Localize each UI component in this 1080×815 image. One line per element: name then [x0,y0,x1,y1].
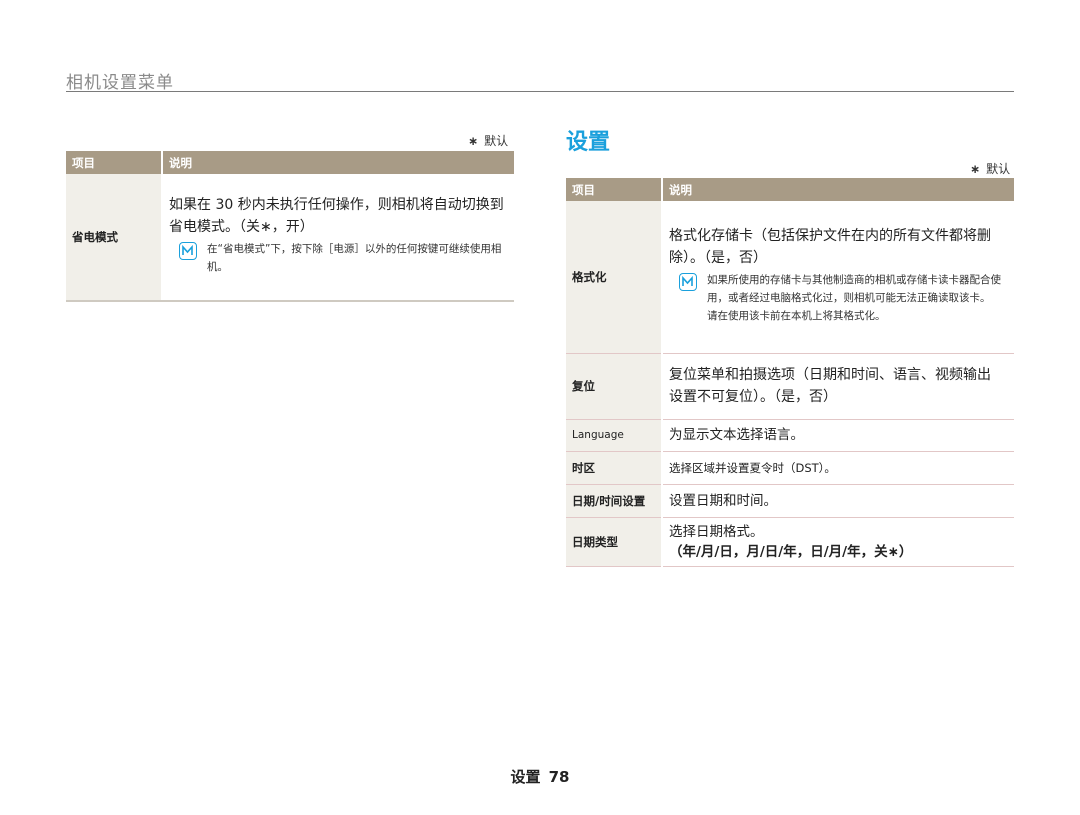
settings-table: 项目 说明 格式化 格式化存储卡（包括保护文件在内的所有文件都将删除）。（是，否… [566,178,1014,567]
language-description: 为显示文本选择语言。 [662,419,1014,452]
table-row: 日期类型 选择日期格式。 （年/月/日，月/日/年，日/月/年，关∗） [566,517,1014,567]
column-header-description: 说明 [662,178,1014,201]
note-text: 如果所使用的存储卡与其他制造商的相机或存储卡读卡器配合使用，或者经过电脑格式化过… [707,273,1001,322]
power-save-table: 项目 说明 省电模式 如果在 30 秒内未执行任何操作，则相机将自动切换到省电模… [66,151,514,302]
section-heading: 设置 [566,130,611,155]
title-divider [66,91,1014,92]
item-date-time: 日期/时间设置 [566,484,663,518]
column-header-item: 项目 [566,178,663,201]
date-time-description: 设置日期和时间。 [662,484,1014,518]
default-legend-label: 默认 [986,162,1011,176]
page-number: 78 [548,768,570,786]
item-power-save: 省电模式 [66,174,163,302]
default-legend: ∗ 默认 [970,160,1010,177]
note: 如果所使用的存储卡与其他制造商的相机或存储卡读卡器配合使用，或者经过电脑格式化过… [669,271,1004,325]
default-legend: ∗ 默认 [468,132,508,149]
power-save-description: 如果在 30 秒内未执行任何操作，则相机将自动切换到省电模式。（关∗，开） [169,197,504,235]
footer-section: 设置 [510,768,541,786]
item-reset: 复位 [566,353,663,420]
column-header-item: 项目 [66,151,163,174]
column-header-description: 说明 [162,151,514,174]
table-row: 日期/时间设置 设置日期和时间。 [566,484,1014,518]
table-row: 省电模式 如果在 30 秒内未执行任何操作，则相机将自动切换到省电模式。（关∗，… [66,174,514,302]
reset-description: 复位菜单和拍摄选项（日期和时间、语言、视频输出设置不可复位）。（是，否） [662,353,1014,420]
page-footer: 设置 78 [0,766,1080,787]
default-star-icon: ∗ [468,134,479,148]
note-icon [179,242,197,260]
table-row: Language 为显示文本选择语言。 [566,419,1014,452]
item-format: 格式化 [566,201,663,354]
default-star-icon: ∗ [970,162,981,176]
item-timezone: 时区 [566,451,663,485]
item-date-type: 日期类型 [566,517,663,567]
item-language: Language [566,419,663,452]
date-type-description: 选择日期格式。 [669,523,764,540]
date-type-options: （年/月/日，月/日/年，日/月/年，关∗） [669,543,913,560]
format-description: 格式化存储卡（包括保护文件在内的所有文件都将删除）。（是，否） [669,227,991,266]
page-title: 相机设置菜单 [66,73,174,93]
note: 在“省电模式”下，按下除［电源］以外的任何按键可继续使用相机。 [169,240,504,276]
timezone-description: 选择区域并设置夏令时（DST）。 [662,451,1014,485]
note-text: 在“省电模式”下，按下除［电源］以外的任何按键可继续使用相机。 [207,243,502,273]
note-icon [679,272,697,291]
table-row: 时区 选择区域并设置夏令时（DST）。 [566,451,1014,485]
default-legend-label: 默认 [484,134,509,148]
table-row: 格式化 格式化存储卡（包括保护文件在内的所有文件都将删除）。（是，否） 如果所使… [566,201,1014,354]
table-row: 复位 复位菜单和拍摄选项（日期和时间、语言、视频输出设置不可复位）。（是，否） [566,353,1014,420]
